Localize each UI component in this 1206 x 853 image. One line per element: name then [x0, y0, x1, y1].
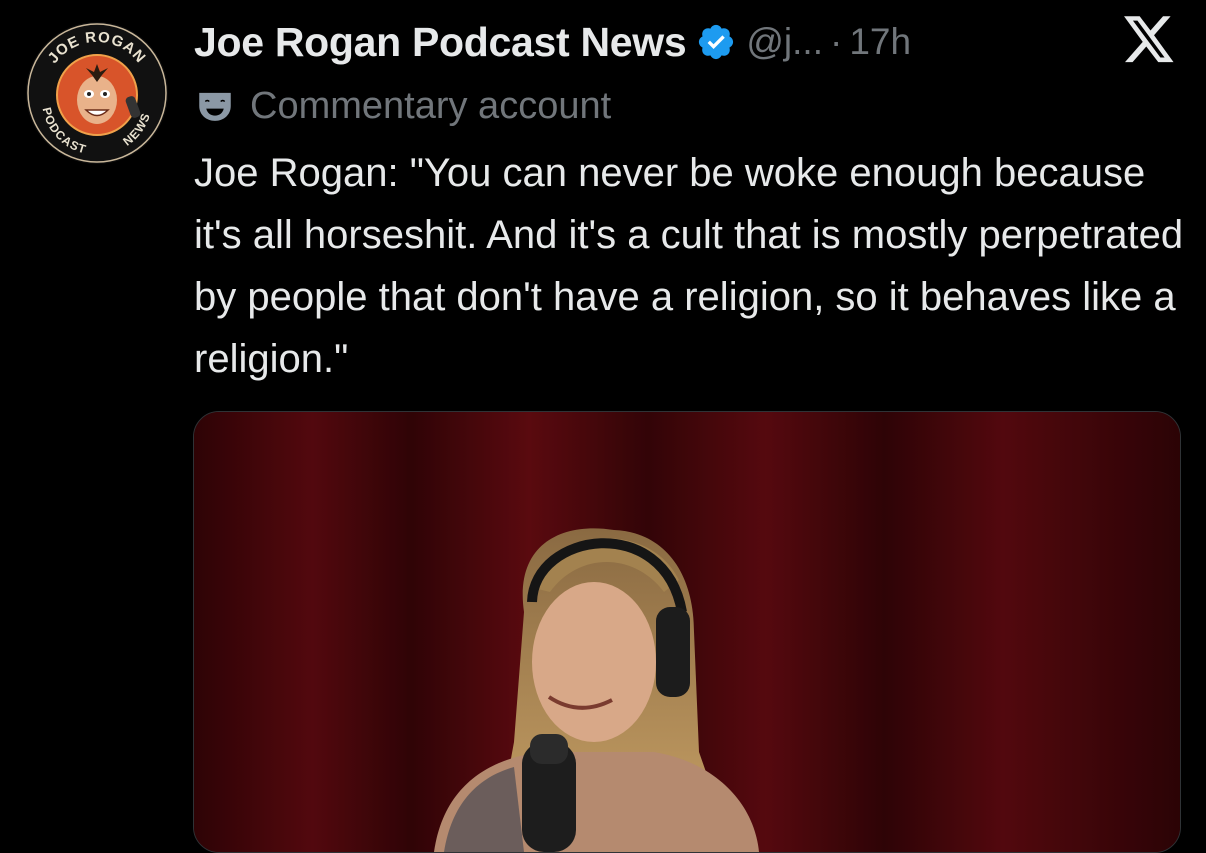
- verified-badge-icon[interactable]: [696, 22, 736, 62]
- account-label[interactable]: Commentary account: [194, 80, 611, 132]
- author-name[interactable]: Joe Rogan Podcast News: [194, 19, 687, 66]
- meta-separator: ·: [830, 21, 843, 62]
- author-handle[interactable]: @j...: [746, 21, 823, 63]
- commentary-mask-icon: [194, 85, 236, 127]
- tweet-text: Joe Rogan: "You can never be woke enough…: [194, 151, 1184, 381]
- account-label-text: Commentary account: [250, 84, 612, 127]
- tweet-media-image[interactable]: [193, 411, 1181, 853]
- x-logo-icon: [1122, 16, 1176, 66]
- author-avatar[interactable]: JOE ROGAN PODCAST NEWS: [26, 22, 168, 164]
- tweet-timestamp[interactable]: 17h: [849, 21, 911, 63]
- author-header: Joe Rogan Podcast News @j... · 17h: [194, 14, 911, 70]
